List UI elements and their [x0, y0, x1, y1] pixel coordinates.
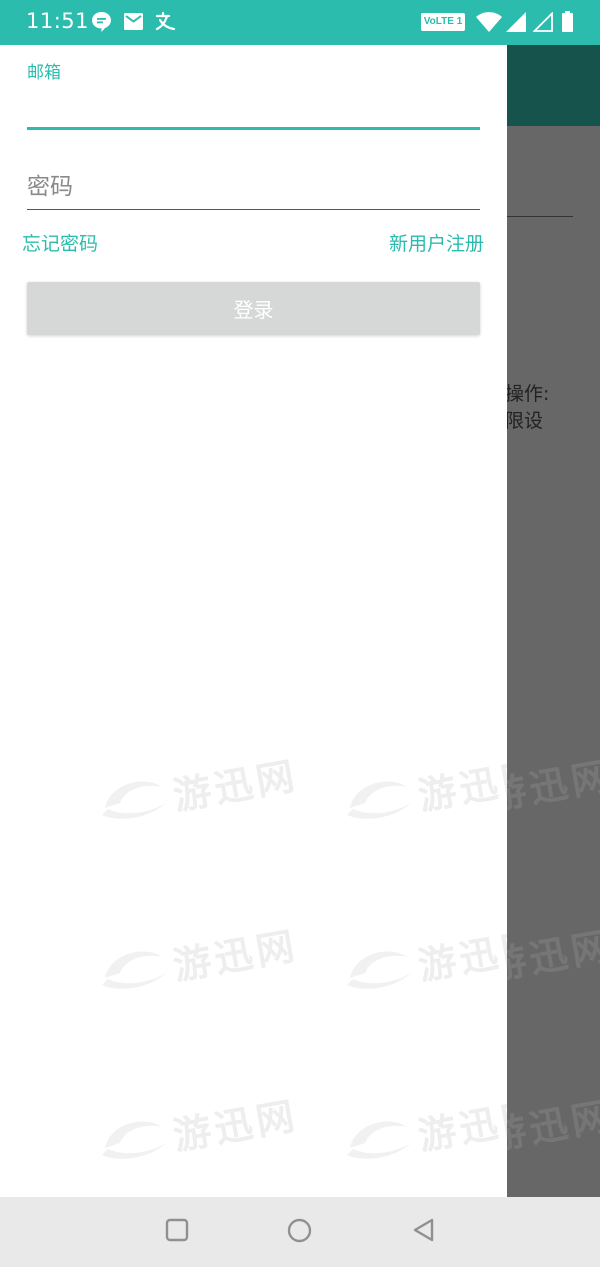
watermark: 游迅网	[100, 923, 310, 1015]
translate-icon	[155, 12, 176, 31]
battery-icon	[562, 11, 573, 32]
watermark-text: 游迅网	[169, 923, 302, 989]
watermark: 游迅网	[100, 1093, 310, 1185]
email-underline	[27, 127, 480, 130]
status-time: 11:51	[26, 9, 90, 33]
email-label: 邮箱	[27, 63, 61, 83]
login-button[interactable]: 登录	[27, 282, 480, 335]
watermark-text: 游迅网	[169, 1093, 302, 1159]
register-link[interactable]: 新用户注册	[389, 229, 484, 256]
background-text-line1: 操作:	[505, 383, 550, 405]
watermark-logo-icon	[102, 781, 166, 819]
watermark-logo-icon	[102, 951, 166, 989]
volte-badge: VoLTE 1	[421, 13, 465, 31]
watermark: 游迅网	[345, 1093, 507, 1185]
signal-empty-icon	[533, 12, 553, 32]
navigation-bar	[0, 1197, 600, 1267]
watermark-text: 游迅网	[414, 1093, 507, 1159]
email-field[interactable]	[27, 93, 479, 123]
watermark-text: 游迅网	[414, 923, 507, 989]
mail-icon	[124, 13, 143, 30]
background-text-line2: 限设	[505, 410, 544, 432]
watermark-logo-icon	[347, 1121, 411, 1159]
home-icon[interactable]	[287, 1218, 312, 1243]
password-underline	[27, 209, 480, 210]
watermark: 游迅网	[345, 753, 507, 845]
watermark-logo-icon	[102, 1121, 166, 1159]
watermark-logo-icon	[347, 781, 411, 819]
recent-apps-icon[interactable]	[165, 1218, 189, 1242]
status-bar: 11:51 VoLTE 1	[0, 0, 600, 45]
login-drawer: 邮箱 忘记密码 新用户注册 登录 游迅网 游迅网 游迅网 游迅网 游迅网 游迅网	[0, 45, 507, 1197]
signal-icon	[506, 12, 526, 32]
background-underline	[507, 216, 573, 217]
watermark: 游迅网	[100, 753, 310, 845]
watermark: 游迅网	[345, 923, 507, 1015]
watermark-text: 游迅网	[414, 753, 507, 819]
forgot-password-link[interactable]: 忘记密码	[22, 229, 98, 256]
password-field[interactable]	[27, 169, 479, 205]
back-icon[interactable]	[412, 1218, 436, 1242]
watermark-logo-icon	[347, 951, 411, 989]
watermark-text: 游迅网	[169, 753, 302, 819]
wifi-icon	[476, 12, 502, 32]
message-bubble-icon	[92, 12, 111, 32]
